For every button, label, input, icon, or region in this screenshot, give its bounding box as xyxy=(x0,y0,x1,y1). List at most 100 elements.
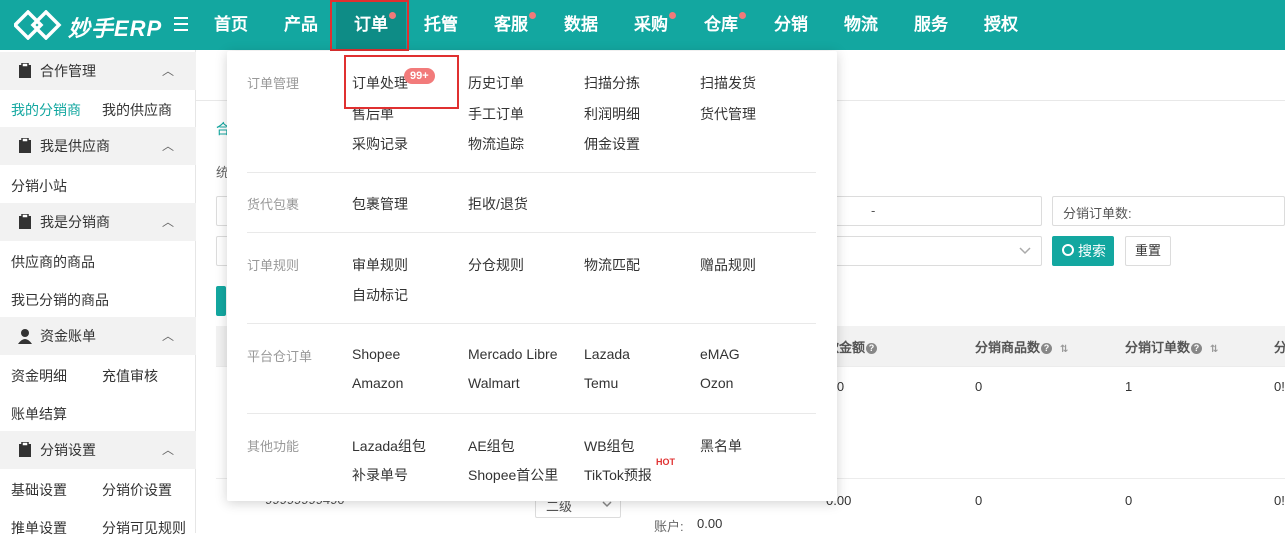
clipboard-icon xyxy=(19,138,31,153)
column-extra: 分 xyxy=(1274,340,1285,355)
divider xyxy=(247,413,816,414)
nav-purchase[interactable]: 采购 xyxy=(626,0,676,50)
menu-item-scan-ship[interactable]: 扫描发货 xyxy=(700,73,756,93)
nav-distribution[interactable]: 分销 xyxy=(766,0,816,50)
menu-item-amazon[interactable]: Amazon xyxy=(352,375,403,391)
sort-icon[interactable]: ⇅ xyxy=(1060,344,1068,355)
column-product-count: 分销商品数? ⇅ xyxy=(975,340,1069,355)
chevron-down-icon xyxy=(1019,247,1031,255)
sidebar-group-supplier[interactable]: 我是供应商 ︿ xyxy=(0,127,196,165)
nav-home[interactable]: 首页 xyxy=(206,0,256,50)
sidebar-group-cooperation[interactable]: 合作管理 ︿ xyxy=(0,52,196,90)
menu-item-lazada-bundle[interactable]: Lazada组包 xyxy=(352,436,426,456)
menu-item-review-rules[interactable]: 审单规则 xyxy=(352,255,408,275)
sidebar-item-push-order-settings[interactable]: 推单设置 xyxy=(11,518,67,538)
notification-dot xyxy=(529,12,536,19)
notification-dot xyxy=(739,12,746,19)
top-navbar: 妙手ERP 首页 产品 订单 托管 客服 数据 采购 仓库 分销 物流 服务 授… xyxy=(0,0,1285,50)
menu-item-walmart[interactable]: Walmart xyxy=(468,375,520,391)
nav-customer-service[interactable]: 客服 xyxy=(486,0,536,50)
nav-highlight-box xyxy=(330,0,409,51)
chevron-up-icon: ︿ xyxy=(161,139,174,153)
sidebar-item-distribution-site[interactable]: 分销小站 xyxy=(11,176,67,196)
chevron-up-icon: ︿ xyxy=(161,215,174,229)
menu-item-parcel-management[interactable]: 包裹管理 xyxy=(352,194,408,214)
sidebar-item-recharge-review[interactable]: 充值审核 xyxy=(102,366,158,386)
menu-item-forwarder-management[interactable]: 货代管理 xyxy=(700,104,756,124)
menu-item-auto-tag[interactable]: 自动标记 xyxy=(352,285,408,305)
sidebar-item-my-distributed-products[interactable]: 我已分销的商品 xyxy=(11,290,109,310)
column-order-count: 分销订单数? ⇅ xyxy=(1125,340,1219,355)
menu-item-logistics-tracking[interactable]: 物流追踪 xyxy=(468,134,524,154)
menu-item-ae-bundle[interactable]: AE组包 xyxy=(468,436,515,456)
menu-toggle-icon[interactable] xyxy=(172,14,190,34)
menu-item-scan-sort[interactable]: 扫描分拣 xyxy=(584,73,640,93)
sidebar-item-supplier-products[interactable]: 供应商的商品 xyxy=(11,252,95,272)
sidebar-item-distribution-visibility-rules[interactable]: 分销可见规则 xyxy=(102,518,186,538)
sidebar-item-distribution-price-settings[interactable]: 分销价设置 xyxy=(102,480,172,500)
section-label-forwarder-parcels: 货代包裹 xyxy=(247,197,300,212)
menu-item-shopee[interactable]: Shopee xyxy=(352,346,400,362)
action-button[interactable] xyxy=(216,286,226,316)
menu-item-ozon[interactable]: Ozon xyxy=(700,375,733,391)
sidebar-item-fund-details[interactable]: 资金明细 xyxy=(11,366,67,386)
menu-item-supplement-tracking[interactable]: 补录单号 xyxy=(352,465,408,485)
chevron-down-icon xyxy=(602,501,612,508)
sidebar: 合作管理 ︿ 我的分销商 我的供应商 我是供应商 ︿ 分销小站 我是分销商 ︿ … xyxy=(0,50,196,536)
menu-item-temu[interactable]: Temu xyxy=(584,375,618,391)
menu-item-emag[interactable]: eMAG xyxy=(700,346,740,362)
menu-item-manual-order[interactable]: 手工订单 xyxy=(468,104,524,124)
logo-text: 妙手ERP xyxy=(68,16,163,41)
menu-item-commission-settings[interactable]: 佣金设置 xyxy=(584,134,640,154)
sidebar-group-distribution-settings[interactable]: 分销设置 ︿ xyxy=(0,431,196,469)
notification-dot xyxy=(669,12,676,19)
orders-dropdown-menu: 订单管理 订单处理 99+ 历史订单 扫描分拣 扫描发货 售后单 手工订单 利润… xyxy=(227,51,837,501)
menu-item-mercado-libre[interactable]: Mercado Libre xyxy=(468,346,558,362)
menu-item-lazada[interactable]: Lazada xyxy=(584,346,630,362)
search-icon xyxy=(1062,244,1074,256)
sidebar-group-distributor[interactable]: 我是分销商 ︿ xyxy=(0,203,196,241)
nav-hosting[interactable]: 托管 xyxy=(416,0,466,50)
logo[interactable]: 妙手ERP xyxy=(14,8,164,42)
menu-item-reject-return[interactable]: 拒收/退货 xyxy=(468,194,528,214)
menu-item-history-orders[interactable]: 历史订单 xyxy=(468,73,524,93)
menu-item-logistics-matching[interactable]: 物流匹配 xyxy=(584,255,640,275)
user-icon xyxy=(18,329,32,344)
divider xyxy=(247,172,816,173)
search-button[interactable]: 搜索 xyxy=(1052,236,1114,266)
menu-item-warehouse-rules[interactable]: 分仓规则 xyxy=(468,255,524,275)
help-icon[interactable]: ? xyxy=(866,343,878,355)
hot-tag: HOT xyxy=(656,457,675,467)
section-label-order-rules: 订单规则 xyxy=(247,258,300,273)
nav-logistics[interactable]: 物流 xyxy=(836,0,886,50)
chevron-up-icon: ︿ xyxy=(161,64,174,78)
order-count-filter[interactable]: 分销订单数: xyxy=(1052,196,1285,226)
nav-authorization[interactable]: 授权 xyxy=(976,0,1026,50)
help-icon[interactable]: ? xyxy=(1041,343,1053,355)
nav-products[interactable]: 产品 xyxy=(276,0,326,50)
reset-button[interactable]: 重置 xyxy=(1125,236,1171,266)
sidebar-item-my-distributors[interactable]: 我的分销商 xyxy=(11,100,81,120)
menu-item-purchase-records[interactable]: 采购记录 xyxy=(352,134,408,154)
divider xyxy=(247,323,816,324)
menu-item-gift-rules[interactable]: 赠品规则 xyxy=(700,255,756,275)
divider xyxy=(247,232,816,233)
chevron-up-icon: ︿ xyxy=(161,443,174,457)
menu-item-shopee-first-mile[interactable]: Shopee首公里 xyxy=(468,465,558,485)
section-label-order-management: 订单管理 xyxy=(247,76,300,91)
sidebar-group-funds[interactable]: 资金账单 ︿ xyxy=(0,317,196,355)
nav-data[interactable]: 数据 xyxy=(556,0,606,50)
nav-services[interactable]: 服务 xyxy=(906,0,956,50)
nav-warehouse[interactable]: 仓库 xyxy=(696,0,746,50)
menu-item-profit-details[interactable]: 利润明细 xyxy=(584,104,640,124)
menu-item-blacklist[interactable]: 黑名单 xyxy=(700,436,742,456)
menu-item-tiktok-forecast[interactable]: TikTok预报 xyxy=(584,465,652,485)
sidebar-item-bill-settlement[interactable]: 账单结算 xyxy=(11,404,67,424)
clipboard-icon xyxy=(19,442,31,457)
sidebar-item-my-suppliers[interactable]: 我的供应商 xyxy=(102,100,172,120)
sort-icon[interactable]: ⇅ xyxy=(1210,344,1218,355)
help-icon[interactable]: ? xyxy=(1191,343,1203,355)
menu-item-wb-bundle[interactable]: WB组包 xyxy=(584,436,635,456)
section-label-other-features: 其他功能 xyxy=(247,439,300,454)
sidebar-item-basic-settings[interactable]: 基础设置 xyxy=(11,480,67,500)
